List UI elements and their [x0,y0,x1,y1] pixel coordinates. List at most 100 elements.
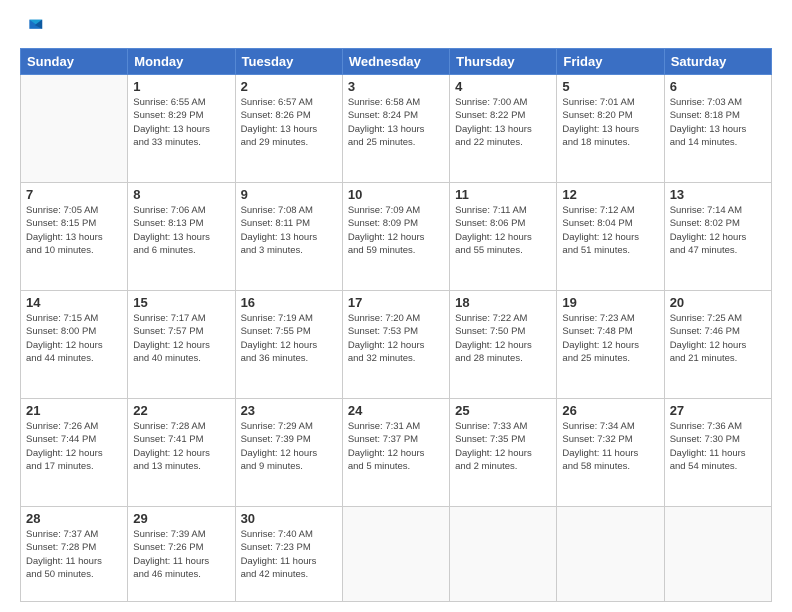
day-info: Sunrise: 7:25 AM Sunset: 7:46 PM Dayligh… [670,312,766,365]
calendar-cell: 17 Sunrise: 7:20 AM Sunset: 7:53 PM Dayli… [342,290,449,398]
day-number: 7 [26,187,122,202]
day-info: Sunrise: 7:08 AM Sunset: 8:11 PM Dayligh… [241,204,337,257]
logo [20,18,46,38]
day-number: 8 [133,187,229,202]
day-number: 29 [133,511,229,526]
day-number: 16 [241,295,337,310]
day-info: Sunrise: 7:31 AM Sunset: 7:37 PM Dayligh… [348,420,444,473]
weekday-header: Monday [128,49,235,75]
weekday-header: Sunday [21,49,128,75]
day-number: 3 [348,79,444,94]
weekday-header: Wednesday [342,49,449,75]
day-number: 20 [670,295,766,310]
day-number: 4 [455,79,551,94]
day-info: Sunrise: 7:19 AM Sunset: 7:55 PM Dayligh… [241,312,337,365]
calendar-cell: 13 Sunrise: 7:14 AM Sunset: 8:02 PM Dayli… [664,182,771,290]
day-info: Sunrise: 7:05 AM Sunset: 8:15 PM Dayligh… [26,204,122,257]
day-number: 13 [670,187,766,202]
day-info: Sunrise: 6:57 AM Sunset: 8:26 PM Dayligh… [241,96,337,149]
day-number: 23 [241,403,337,418]
day-info: Sunrise: 6:55 AM Sunset: 8:29 PM Dayligh… [133,96,229,149]
calendar-cell: 14 Sunrise: 7:15 AM Sunset: 8:00 PM Dayli… [21,290,128,398]
calendar-cell: 2 Sunrise: 6:57 AM Sunset: 8:26 PM Daylig… [235,75,342,183]
calendar-cell: 15 Sunrise: 7:17 AM Sunset: 7:57 PM Dayli… [128,290,235,398]
day-info: Sunrise: 7:36 AM Sunset: 7:30 PM Dayligh… [670,420,766,473]
calendar-cell: 29 Sunrise: 7:39 AM Sunset: 7:26 PM Dayli… [128,506,235,601]
calendar-cell: 4 Sunrise: 7:00 AM Sunset: 8:22 PM Daylig… [450,75,557,183]
calendar-cell: 3 Sunrise: 6:58 AM Sunset: 8:24 PM Daylig… [342,75,449,183]
calendar-cell [557,506,664,601]
day-number: 30 [241,511,337,526]
day-number: 17 [348,295,444,310]
calendar-cell: 20 Sunrise: 7:25 AM Sunset: 7:46 PM Dayli… [664,290,771,398]
day-number: 1 [133,79,229,94]
calendar-cell: 7 Sunrise: 7:05 AM Sunset: 8:15 PM Daylig… [21,182,128,290]
day-number: 24 [348,403,444,418]
calendar-cell: 6 Sunrise: 7:03 AM Sunset: 8:18 PM Daylig… [664,75,771,183]
weekday-header: Saturday [664,49,771,75]
calendar-cell: 12 Sunrise: 7:12 AM Sunset: 8:04 PM Dayli… [557,182,664,290]
day-info: Sunrise: 7:28 AM Sunset: 7:41 PM Dayligh… [133,420,229,473]
day-number: 21 [26,403,122,418]
day-number: 28 [26,511,122,526]
day-info: Sunrise: 7:29 AM Sunset: 7:39 PM Dayligh… [241,420,337,473]
day-info: Sunrise: 7:12 AM Sunset: 8:04 PM Dayligh… [562,204,658,257]
header [20,18,772,38]
calendar-cell [342,506,449,601]
day-info: Sunrise: 7:39 AM Sunset: 7:26 PM Dayligh… [133,528,229,581]
day-info: Sunrise: 7:01 AM Sunset: 8:20 PM Dayligh… [562,96,658,149]
day-number: 9 [241,187,337,202]
day-info: Sunrise: 7:33 AM Sunset: 7:35 PM Dayligh… [455,420,551,473]
calendar-cell: 18 Sunrise: 7:22 AM Sunset: 7:50 PM Dayli… [450,290,557,398]
logo-icon [22,16,44,38]
day-info: Sunrise: 7:14 AM Sunset: 8:02 PM Dayligh… [670,204,766,257]
day-number: 15 [133,295,229,310]
day-info: Sunrise: 7:23 AM Sunset: 7:48 PM Dayligh… [562,312,658,365]
day-number: 6 [670,79,766,94]
day-info: Sunrise: 7:17 AM Sunset: 7:57 PM Dayligh… [133,312,229,365]
day-info: Sunrise: 7:37 AM Sunset: 7:28 PM Dayligh… [26,528,122,581]
day-info: Sunrise: 7:34 AM Sunset: 7:32 PM Dayligh… [562,420,658,473]
day-number: 22 [133,403,229,418]
day-info: Sunrise: 7:00 AM Sunset: 8:22 PM Dayligh… [455,96,551,149]
day-number: 26 [562,403,658,418]
calendar-cell: 28 Sunrise: 7:37 AM Sunset: 7:28 PM Dayli… [21,506,128,601]
day-info: Sunrise: 7:20 AM Sunset: 7:53 PM Dayligh… [348,312,444,365]
calendar-header-row: SundayMondayTuesdayWednesdayThursdayFrid… [21,49,772,75]
calendar: SundayMondayTuesdayWednesdayThursdayFrid… [20,48,772,602]
day-number: 12 [562,187,658,202]
day-number: 18 [455,295,551,310]
calendar-cell: 1 Sunrise: 6:55 AM Sunset: 8:29 PM Daylig… [128,75,235,183]
calendar-cell: 9 Sunrise: 7:08 AM Sunset: 8:11 PM Daylig… [235,182,342,290]
day-number: 10 [348,187,444,202]
calendar-cell: 8 Sunrise: 7:06 AM Sunset: 8:13 PM Daylig… [128,182,235,290]
day-number: 14 [26,295,122,310]
calendar-cell [450,506,557,601]
day-info: Sunrise: 7:03 AM Sunset: 8:18 PM Dayligh… [670,96,766,149]
day-info: Sunrise: 7:22 AM Sunset: 7:50 PM Dayligh… [455,312,551,365]
calendar-cell: 22 Sunrise: 7:28 AM Sunset: 7:41 PM Dayli… [128,398,235,506]
calendar-cell: 27 Sunrise: 7:36 AM Sunset: 7:30 PM Dayli… [664,398,771,506]
day-info: Sunrise: 6:58 AM Sunset: 8:24 PM Dayligh… [348,96,444,149]
calendar-cell: 16 Sunrise: 7:19 AM Sunset: 7:55 PM Dayli… [235,290,342,398]
day-number: 2 [241,79,337,94]
day-number: 27 [670,403,766,418]
day-info: Sunrise: 7:09 AM Sunset: 8:09 PM Dayligh… [348,204,444,257]
day-number: 19 [562,295,658,310]
day-info: Sunrise: 7:06 AM Sunset: 8:13 PM Dayligh… [133,204,229,257]
day-info: Sunrise: 7:15 AM Sunset: 8:00 PM Dayligh… [26,312,122,365]
calendar-cell: 10 Sunrise: 7:09 AM Sunset: 8:09 PM Dayli… [342,182,449,290]
calendar-cell: 21 Sunrise: 7:26 AM Sunset: 7:44 PM Dayli… [21,398,128,506]
day-info: Sunrise: 7:26 AM Sunset: 7:44 PM Dayligh… [26,420,122,473]
weekday-header: Thursday [450,49,557,75]
day-number: 25 [455,403,551,418]
weekday-header: Tuesday [235,49,342,75]
calendar-cell: 11Sunrise: 7:11 AM Sunset: 8:06 PM Dayli… [450,182,557,290]
calendar-cell: 26 Sunrise: 7:34 AM Sunset: 7:32 PM Dayli… [557,398,664,506]
calendar-cell: 23 Sunrise: 7:29 AM Sunset: 7:39 PM Dayli… [235,398,342,506]
day-info: Sunrise: 7:40 AM Sunset: 7:23 PM Dayligh… [241,528,337,581]
calendar-cell: 25 Sunrise: 7:33 AM Sunset: 7:35 PM Dayli… [450,398,557,506]
day-number: 11 [455,187,551,202]
calendar-cell [21,75,128,183]
calendar-cell [664,506,771,601]
